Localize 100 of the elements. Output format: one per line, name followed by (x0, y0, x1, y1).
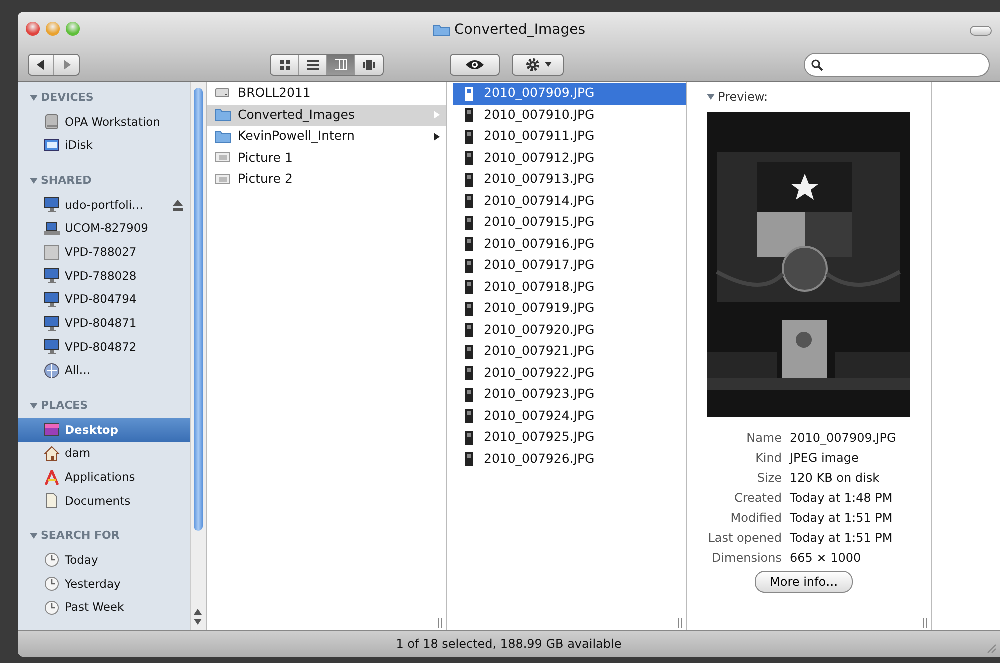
caret-icon (544, 62, 552, 67)
section-heading: PLACES (41, 398, 88, 414)
file-row[interactable]: 2010_007914.JPG (453, 190, 686, 212)
info-label: Modified (730, 510, 782, 527)
sidebar-item[interactable]: Applications (18, 466, 190, 490)
quick-look-button[interactable] (450, 54, 500, 76)
gear-icon (524, 56, 540, 72)
eject-icon[interactable] (172, 200, 184, 211)
house-icon (44, 446, 60, 462)
file-row[interactable]: 2010_007910.JPG (453, 104, 686, 126)
section-heading: SHARED (41, 172, 92, 189)
file-row[interactable]: Picture 1 (207, 148, 446, 169)
file-row[interactable]: 2010_007916.JPG (453, 234, 686, 255)
more-info-button[interactable]: More info… (755, 571, 854, 593)
file-row[interactable]: 2010_007911.JPG (453, 126, 686, 148)
columns-view-button[interactable] (327, 54, 355, 74)
file-row[interactable]: 2010_007912.JPG (453, 148, 686, 169)
scroll-up-arrow-icon[interactable] (193, 608, 203, 616)
file-row[interactable]: 2010_007918.JPG (453, 276, 686, 298)
file-row[interactable]: KevinPowell_Intern (207, 126, 446, 148)
sidebar-item[interactable]: Documents (18, 489, 190, 514)
search-icon (811, 58, 823, 70)
info-label: Created (734, 490, 782, 507)
clock-icon (44, 552, 60, 568)
info-value: Today at 1:48 PM (790, 490, 894, 507)
file-row[interactable]: 2010_007926.JPG (453, 448, 686, 470)
sidebar-item[interactable]: OPA Workstation (18, 110, 190, 134)
file-row[interactable]: Picture 2 (207, 169, 446, 190)
resize-grip-icon[interactable] (923, 618, 929, 628)
info-value: 120 KB on disk (790, 470, 881, 487)
file-row[interactable]: 2010_007917.JPG (453, 255, 686, 276)
info-label: Name (746, 430, 782, 447)
info-label: Last opened (707, 530, 782, 547)
sidebar-item[interactable]: Desktop (18, 418, 190, 442)
sidebar-item[interactable]: dam (18, 442, 190, 466)
file-row[interactable]: 2010_007924.JPG (453, 406, 686, 427)
sidebar-item[interactable]: Yesterday (18, 572, 190, 596)
scroll-thumb[interactable] (194, 88, 203, 531)
file-row[interactable]: 2010_007925.JPG (453, 427, 686, 448)
status-text: 1 of 18 selected, 188.99 GB available (396, 636, 622, 653)
icons-view-icon (278, 58, 290, 70)
sidebar-item[interactable]: Today (18, 548, 190, 572)
coverflow-view-icon (363, 58, 375, 70)
file-row[interactable]: 2010_007913.JPG (453, 169, 686, 190)
resize-grip-icon[interactable] (438, 618, 444, 628)
document-icon (44, 493, 60, 510)
monitor-icon (44, 316, 60, 332)
disclosure-triangle-icon[interactable] (707, 93, 715, 101)
disclosure-triangle-icon[interactable] (30, 402, 38, 410)
sidebar-item[interactable]: VPD-804872 (18, 336, 190, 360)
sidebar-item[interactable]: VPD-788027 (18, 240, 190, 264)
file-row[interactable]: 2010_007909.JPG (453, 83, 686, 104)
toolbar-toggle-button[interactable] (970, 26, 992, 36)
sidebar-item[interactable]: iDisk (18, 134, 190, 158)
clock-icon (44, 576, 60, 592)
view-segmented-control[interactable] (270, 54, 384, 76)
sidebar-item[interactable]: VPD-804794 (18, 288, 190, 312)
folder-icon (432, 23, 450, 37)
file-row[interactable]: 2010_007915.JPG (453, 212, 686, 234)
resize-handle-icon[interactable] (985, 642, 997, 654)
action-menu-button[interactable] (512, 54, 564, 76)
resize-grip-icon[interactable] (678, 618, 684, 628)
search-field[interactable] (804, 52, 990, 76)
sidebar-item[interactable]: All… (18, 359, 190, 383)
sidebar-item[interactable]: VPD-788028 (18, 264, 190, 288)
section-heading: SEARCH FOR (41, 528, 120, 544)
disclosure-triangle-icon[interactable] (30, 532, 38, 540)
file-row[interactable]: 2010_007922.JPG (453, 362, 686, 384)
globe-icon (44, 363, 60, 380)
file-row[interactable]: 2010_007921.JPG (453, 341, 686, 362)
scroll-down-arrow-icon[interactable] (193, 618, 203, 626)
file-row[interactable]: 2010_007920.JPG (453, 320, 686, 341)
disclosure-triangle-icon[interactable] (30, 94, 38, 102)
monitor-icon (44, 292, 60, 308)
info-value: Today at 1:51 PM (790, 530, 894, 547)
sidebar-item[interactable]: UCOM-827909 (18, 217, 190, 241)
file-row[interactable]: BROLL2011 (207, 83, 446, 104)
info-value: Today at 1:51 PM (790, 510, 894, 527)
close-button[interactable] (26, 22, 40, 36)
window-title: Converted_Images (454, 20, 586, 40)
navigation-segmented-control[interactable] (28, 54, 80, 76)
laptop-icon (44, 220, 60, 237)
zoom-button[interactable] (66, 22, 80, 36)
info-value: 2010_007909.JPG (790, 430, 898, 447)
file-row[interactable]: 2010_007923.JPG (453, 384, 686, 406)
file-row[interactable]: 2010_007919.JPG (453, 298, 686, 320)
info-label: Size (756, 470, 782, 487)
info-label: Dimensions (710, 550, 782, 567)
disclosure-triangle-icon[interactable] (30, 177, 38, 186)
sidebar-item[interactable]: udo-portfoli… (18, 193, 190, 218)
sidebar-item[interactable]: Past Week (18, 596, 190, 620)
sidebar-item[interactable]: VPD-804871 (18, 312, 190, 336)
desktop-icon (44, 422, 60, 438)
applications-icon (44, 470, 60, 486)
file-row[interactable]: Converted_Images (207, 104, 446, 126)
scrollbar[interactable] (190, 82, 207, 630)
list-view-icon (306, 58, 318, 70)
clock-icon (44, 600, 60, 616)
back-icon (37, 60, 45, 70)
monitor-icon (44, 197, 60, 214)
